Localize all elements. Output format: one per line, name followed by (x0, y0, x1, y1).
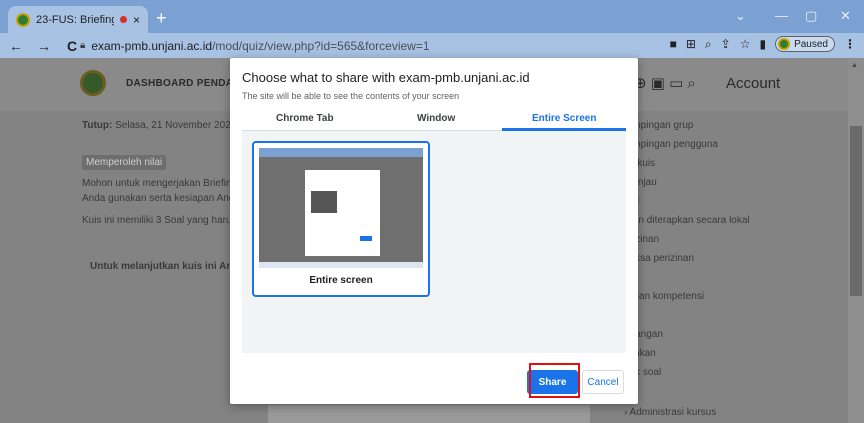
back-button[interactable]: ← (6, 38, 26, 54)
zoom-icon[interactable]: ⌕ (705, 37, 712, 52)
close-label: Tutup: (82, 120, 113, 131)
recording-indicator-icon (119, 16, 127, 23)
forward-button[interactable]: → (34, 38, 54, 54)
url-text: exam-pmb.unjani.ac.id/mod/quiz/view.php?… (91, 39, 429, 53)
share-source-tabs: Chrome Tab Window Entire Screen (242, 111, 626, 131)
bookmark-star-icon[interactable]: ☆ (740, 37, 751, 51)
preview-taskbar (259, 262, 423, 268)
tab-window[interactable]: Window (417, 113, 455, 124)
reload-button[interactable]: C (62, 38, 82, 54)
profile-status: Paused (794, 38, 828, 50)
address-bar[interactable]: 🔒︎ exam-pmb.unjani.ac.id/mod/quiz/view.p… (80, 35, 640, 56)
grade-button[interactable]: Memperoleh nilai (82, 155, 167, 170)
instruction-line-1: Mohon untuk mengerjakan Briefing Qu (82, 178, 254, 189)
share-page-icon[interactable]: ⇪ (721, 37, 731, 51)
maximize-button[interactable]: ▢ (805, 8, 817, 24)
menu-item[interactable]: eran diterapkan secara lokal (624, 215, 750, 226)
profile-paused-button[interactable]: Paused (775, 36, 835, 52)
profile-avatar-icon (778, 38, 791, 50)
screen-share-dialog: Choose what to share with exam-pmb.unjan… (230, 58, 638, 404)
browser-tab[interactable]: 23-FUS: Briefing Quiz × (8, 6, 148, 33)
content-card (268, 405, 590, 423)
toolbar-icons: ■ ⊞ ⌕ ⇪ ☆ ▮ Paused ⋮ (670, 36, 856, 52)
share-button-highlight (529, 363, 580, 398)
preview-thumbnail (311, 191, 337, 213)
preview-dialog (305, 170, 380, 256)
menu-item[interactable]: /ampingan pengguna (624, 139, 718, 150)
tab-close-icon[interactable]: × (133, 13, 140, 27)
translate-icon[interactable]: ⊞ (686, 37, 696, 51)
browser-toolbar: ← → C 🔒︎ exam-pmb.unjani.ac.id/mod/quiz/… (0, 33, 864, 58)
header-icons[interactable]: ⊕ ▣ ▭ ⌕ (634, 74, 696, 92)
site-logo (80, 70, 106, 96)
lock-icon: 🔒︎ (80, 40, 86, 51)
dialog-title: Choose what to share with exam-pmb.unjan… (242, 70, 530, 85)
url-path: /mod/quiz/view.php?id=565&forceview=1 (212, 38, 430, 53)
browser-tab-bar: 23-FUS: Briefing Quiz × + ⌄ — ▢ ✕ (0, 0, 864, 33)
new-tab-button[interactable]: + (156, 9, 167, 27)
site-favicon-icon (16, 12, 30, 27)
entire-screen-label: Entire screen (309, 275, 373, 286)
dialog-subtitle: The site will be able to see the content… (242, 91, 460, 101)
camera-in-use-icon[interactable]: ■ (670, 37, 677, 51)
account-link[interactable]: Account (726, 75, 780, 92)
url-host: exam-pmb.unjani.ac.id (91, 38, 213, 53)
side-panel-icon[interactable]: ▮ (759, 37, 766, 51)
scrollbar-thumb[interactable] (850, 126, 862, 296)
close-window-button[interactable]: ✕ (840, 8, 851, 24)
source-list-panel: Entire screen (242, 131, 626, 353)
preview-share-button (360, 236, 372, 241)
kebab-menu-icon[interactable]: ⋮ (844, 37, 856, 51)
tab-search-icon[interactable]: ⌄ (735, 8, 746, 24)
tab-entire-screen[interactable]: Entire Screen (532, 113, 596, 124)
minimize-button[interactable]: — (775, 8, 788, 23)
scroll-up-icon[interactable]: ▲ (851, 62, 858, 69)
entire-screen-option[interactable]: Entire screen (252, 141, 430, 297)
preview-tab-bar (259, 148, 423, 157)
course-admin-link[interactable]: › Administrasi kursus (624, 407, 716, 418)
tab-chrome-tab[interactable]: Chrome Tab (276, 113, 334, 124)
tab-title: 23-FUS: Briefing Quiz (36, 13, 114, 26)
screen-preview-thumbnail (259, 148, 423, 268)
cancel-button[interactable]: Cancel (582, 370, 624, 394)
